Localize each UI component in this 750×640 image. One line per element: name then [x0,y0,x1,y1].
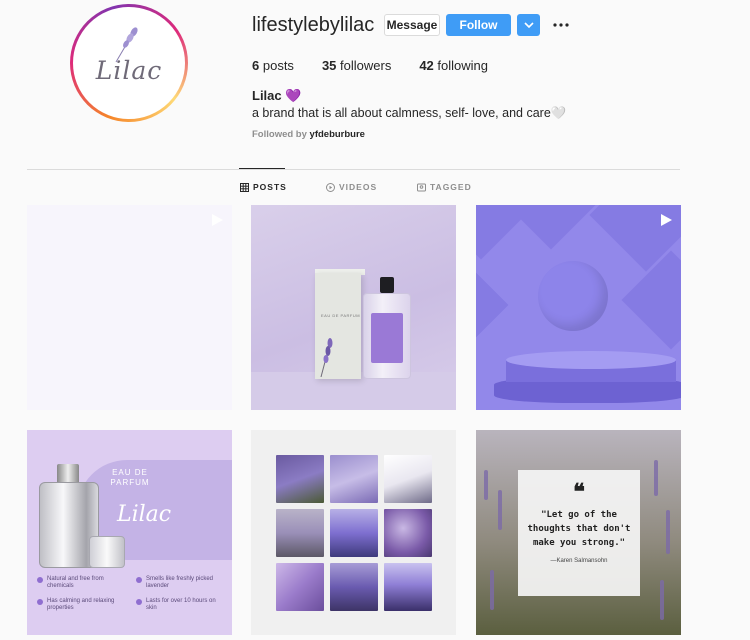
flower-icon [136,577,142,583]
collage-photo [384,509,432,557]
feature-item: Lasts for over 10 hours on skin [136,598,227,612]
lavender-sprig-icon [115,27,138,63]
chevron-down-icon [523,22,534,28]
avatar-image: Lilac [73,7,185,119]
tab-videos[interactable]: VIDEOS [326,182,377,192]
follow-button[interactable]: Follow [446,14,511,36]
profile-bio: a brand that is all about calmness, self… [252,106,567,120]
small-bottle [89,536,125,568]
video-play-icon [661,214,672,226]
grid-icon [240,182,249,192]
video-play-icon [212,214,223,226]
stat-label: followers [340,58,392,73]
tab-tagged[interactable]: TAGGED [417,182,472,192]
lavender-stem [490,570,494,610]
followed-by: Followed by yfdeburbure [252,129,365,140]
ellipsis-icon [553,23,569,27]
post-thumbnail[interactable] [27,205,232,410]
lavender-sprig-icon [320,338,333,377]
profile-username: lifestylebylilac [252,14,375,36]
leaf-icon [37,577,43,583]
profile-stats: 6 posts 35 followers 42 following [252,58,516,73]
post-thumbnail[interactable]: EAU DE PARFUM [251,205,456,410]
post-thumbnail[interactable]: ❝ "Let go of the thoughts that don't mak… [476,430,681,635]
lavender-stem [666,510,670,554]
followed-by-user[interactable]: yfdeburbure [310,129,365,140]
feature-text: Lasts for over 10 hours on skin [146,598,216,611]
message-button[interactable]: Message [384,14,440,36]
stat-number: 35 [321,58,337,73]
decor-shape [501,205,601,250]
collage-photo [384,455,432,503]
collage-photo [330,455,378,503]
following-count[interactable]: 42 following [419,58,488,73]
podium-ring [538,261,608,331]
photo-collage [276,455,432,611]
collage-photo [276,455,324,503]
collage-photo [330,509,378,557]
followers-count[interactable]: 35 followers [322,58,391,73]
tab-posts[interactable]: POSTS [240,182,287,192]
collage-photo [276,563,324,611]
collage-photo [276,509,324,557]
tab-label: POSTS [253,182,287,192]
tab-label: VIDEOS [339,182,378,192]
feature-text: Natural and free from chemicals [47,576,104,589]
more-options-button[interactable] [550,14,572,36]
promo-logo-text: Lilac [117,502,172,527]
tabs-divider [27,169,680,170]
feature-text: Smells like freshly picked lavender [146,576,214,589]
quote-mark-icon: ❝ [573,479,585,505]
post-thumbnail[interactable] [476,205,681,410]
play-circle-icon [326,182,335,192]
quote-author: —Karen Salmansohn [550,558,608,564]
promo-title: EAU DE PARFUM [110,468,150,487]
feature-item: Has calming and relaxing properties [37,598,128,612]
suggested-dropdown-button[interactable] [517,14,540,36]
profile-display-name: Lilac 💜 [252,88,302,103]
feature-item: Natural and free from chemicals [37,576,128,590]
lavender-stem [498,490,502,530]
active-tab-indicator [239,168,285,169]
podium-top [506,351,676,369]
stat-label: following [437,58,489,73]
lavender-stem [484,470,488,500]
stat-number: 42 [419,58,434,73]
lavender-stem [660,580,664,620]
quote-card: ❝ "Let go of the thoughts that don't mak… [518,470,640,596]
feature-item: Smells like freshly picked lavender [136,576,227,590]
perfume-box: EAU DE PARFUM [315,273,361,379]
stat-label: posts [262,58,294,73]
collage-photo [330,563,378,611]
followed-by-prefix: Followed by [252,129,307,140]
feature-text: Has calming and relaxing properties [47,598,115,611]
bottle-label [371,313,403,363]
collage-photo [384,563,432,611]
box-label: EAU DE PARFUM [321,313,361,318]
stat-number: 6 [252,58,260,73]
profile-avatar[interactable]: Lilac [70,4,188,122]
bottle-pump [380,277,394,293]
tag-icon [417,183,426,191]
quote-text: "Let go of the thoughts that don't make … [527,510,631,548]
clock-icon [136,599,142,605]
tab-label: TAGGED [430,182,472,192]
post-thumbnail[interactable] [251,430,456,635]
posts-count: 6 posts [252,58,294,73]
post-thumbnail[interactable]: EAU DE PARFUM Lilac Natural and free fro… [27,430,232,635]
heart-icon [37,599,43,605]
lavender-stem [654,460,658,496]
decor-shape [476,262,509,348]
feature-list: Natural and free from chemicals Smells l… [37,576,227,612]
bottle-cap [57,464,79,484]
